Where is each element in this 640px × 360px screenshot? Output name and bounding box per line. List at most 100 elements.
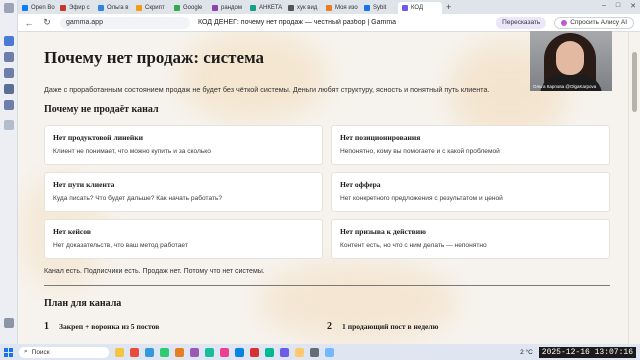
tab-label: Sybit <box>373 5 387 11</box>
taskbar-app-icon[interactable] <box>310 347 319 357</box>
step-text: Закреп + воронка из 5 постов <box>59 322 160 331</box>
url-text: gamma.app <box>66 19 103 26</box>
browser-tab[interactable]: рандом <box>208 2 246 14</box>
taskbar-app-icon[interactable] <box>265 347 274 357</box>
browser-tab[interactable]: Google <box>170 2 208 14</box>
browser-tab[interactable]: Ольга в <box>94 2 132 14</box>
tab-favicon-icon <box>60 5 66 11</box>
sidebar-add-icon[interactable] <box>4 120 14 130</box>
taskbar-app-icon[interactable] <box>115 347 124 357</box>
settings-gear-icon[interactable] <box>4 318 14 328</box>
plan-steps: 1 Закреп + воронка из 5 постов 2 1 прода… <box>44 321 610 332</box>
tab-label: Open Bo <box>31 5 55 11</box>
window-controls: – □ ✕ <box>602 2 636 10</box>
alice-icon <box>561 19 568 26</box>
back-arrow-icon[interactable]: ← <box>24 18 34 28</box>
taskbar-app-icon[interactable] <box>160 347 169 357</box>
retell-label: Пересказать <box>502 19 541 26</box>
maximize-button[interactable]: □ <box>616 2 620 10</box>
search-icon: ⌕ <box>24 348 28 355</box>
reason-card: Нет оффера Нет конкретного предложения с… <box>331 172 610 212</box>
card-title: Нет позиционирования <box>340 133 421 142</box>
browser-tab[interactable]: Моя изо <box>322 2 360 14</box>
plan-step: 2 1 продающий пост в неделю <box>327 321 610 332</box>
taskbar-app-icon[interactable] <box>145 347 154 357</box>
tab-favicon-icon <box>402 5 408 11</box>
taskbar-search[interactable]: ⌕ Поиск <box>19 346 109 358</box>
ask-alice-button[interactable]: Спросить Алису AI <box>554 16 634 29</box>
minimize-button[interactable]: – <box>602 2 606 10</box>
intro-text: Даже с проработанным состоянием продаж н… <box>44 85 490 94</box>
ask-alice-label: Спросить Алису AI <box>570 19 627 26</box>
taskbar-app-icon[interactable] <box>130 347 139 357</box>
sidebar-app-icon[interactable] <box>4 84 14 94</box>
tab-favicon-icon <box>212 5 218 11</box>
divider <box>44 285 610 286</box>
reason-card: Нет продуктовой линейки Клиент не понима… <box>44 125 323 165</box>
card-title: Нет продуктовой линейки <box>53 133 143 142</box>
windows-start-icon[interactable] <box>4 347 13 357</box>
browser-tab[interactable]: хук вид <box>284 2 322 14</box>
scrollbar-thumb[interactable] <box>632 52 637 112</box>
taskbar-app-icon[interactable] <box>295 347 304 357</box>
tab-strip: Open Bo Эфир с Ольга в Скрипт Google рандом АН… <box>18 0 640 14</box>
step-text: 1 продающий пост в неделю <box>342 322 439 331</box>
card-text: Непонятно, кому вы помогаете и с какой п… <box>340 148 500 155</box>
taskbar-app-icon[interactable] <box>190 347 199 357</box>
sidebar-app-icon[interactable] <box>4 52 14 62</box>
tab-favicon-icon <box>288 5 294 11</box>
close-window-button[interactable]: ✕ <box>630 2 636 10</box>
reload-icon[interactable]: ↻ <box>42 17 52 28</box>
tab-label: Google <box>183 5 203 11</box>
taskbar-app-icon[interactable] <box>280 347 289 357</box>
summary-text: Канал есть. Подписчики есть. Продаж нет.… <box>44 268 265 275</box>
taskbar-app-icon[interactable] <box>250 347 259 357</box>
browser-tab[interactable]: АНКЕТА <box>246 2 284 14</box>
retell-button[interactable]: Пересказать <box>496 16 547 29</box>
tab-favicon-icon <box>250 5 256 11</box>
card-title: Нет пути клиента <box>53 180 115 189</box>
page-title: Почему нет продаж: система <box>44 48 265 67</box>
reason-card: Нет позиционирования Непонятно, кому вы … <box>331 125 610 165</box>
tab-favicon-icon <box>326 5 332 11</box>
presenter-face <box>556 41 584 75</box>
tab-favicon-icon <box>136 5 142 11</box>
reasons-grid: Нет продуктовой линейки Клиент не понима… <box>44 125 610 259</box>
taskbar-app-icon[interactable] <box>175 347 184 357</box>
sidebar-app-icon[interactable] <box>4 68 14 78</box>
tab-label: АНКЕТА <box>259 5 283 11</box>
taskbar-app-icon[interactable] <box>325 347 334 357</box>
taskbar-app-icon[interactable] <box>205 347 214 357</box>
taskbar-app-icon[interactable] <box>235 347 244 357</box>
document: Почему нет продаж: система Даже с прораб… <box>44 48 610 332</box>
tab-label: Моя изо <box>335 5 358 11</box>
tab-label: хук вид <box>297 5 318 11</box>
step-number: 1 <box>44 321 49 332</box>
reason-card: Нет призыва к действию Контент есть, но … <box>331 219 610 259</box>
page-title-in-bar: КОД ДЕНЕГ: почему нет продаж — честный р… <box>198 19 397 26</box>
sidebar-app-icon[interactable] <box>4 100 14 110</box>
step-number: 2 <box>327 321 332 332</box>
page-scrollbar[interactable] <box>628 32 640 344</box>
taskbar-app-icon[interactable] <box>220 347 229 357</box>
browser-tab[interactable]: Эфир с <box>56 2 94 14</box>
sidebar-app-icon[interactable] <box>4 36 14 46</box>
section-heading: Почему не продаёт канал <box>44 104 159 115</box>
browser-tab[interactable]: Open Bo <box>18 2 56 14</box>
browser-menu-icon[interactable] <box>4 3 14 13</box>
weather-text[interactable]: 2 °C <box>520 349 533 356</box>
taskbar-search-label: Поиск <box>31 348 50 356</box>
card-title: Нет кейсов <box>53 227 91 236</box>
tab-label: КОД <box>411 5 424 11</box>
card-text: Нет доказательств, что ваш метод работае… <box>53 242 188 249</box>
new-tab-button[interactable]: + <box>446 2 451 12</box>
browser-tab[interactable]: КОД <box>398 2 442 14</box>
tab-label: Эфир с <box>69 5 90 11</box>
clock[interactable]: 2025-12-16 13:07:16 <box>538 346 636 358</box>
browser-tab[interactable]: Скрипт <box>132 2 170 14</box>
card-text: Клиент не понимает, что можно купить и з… <box>53 148 211 155</box>
taskbar: ⌕ Поиск 2 °C 2025-12-16 13:07:16 <box>0 344 640 360</box>
browser-tab[interactable]: Sybit <box>360 2 398 14</box>
url-field[interactable]: gamma.app <box>60 16 190 29</box>
webcam-caption: Ольга Карпова @OlgaKarpova <box>533 84 597 89</box>
